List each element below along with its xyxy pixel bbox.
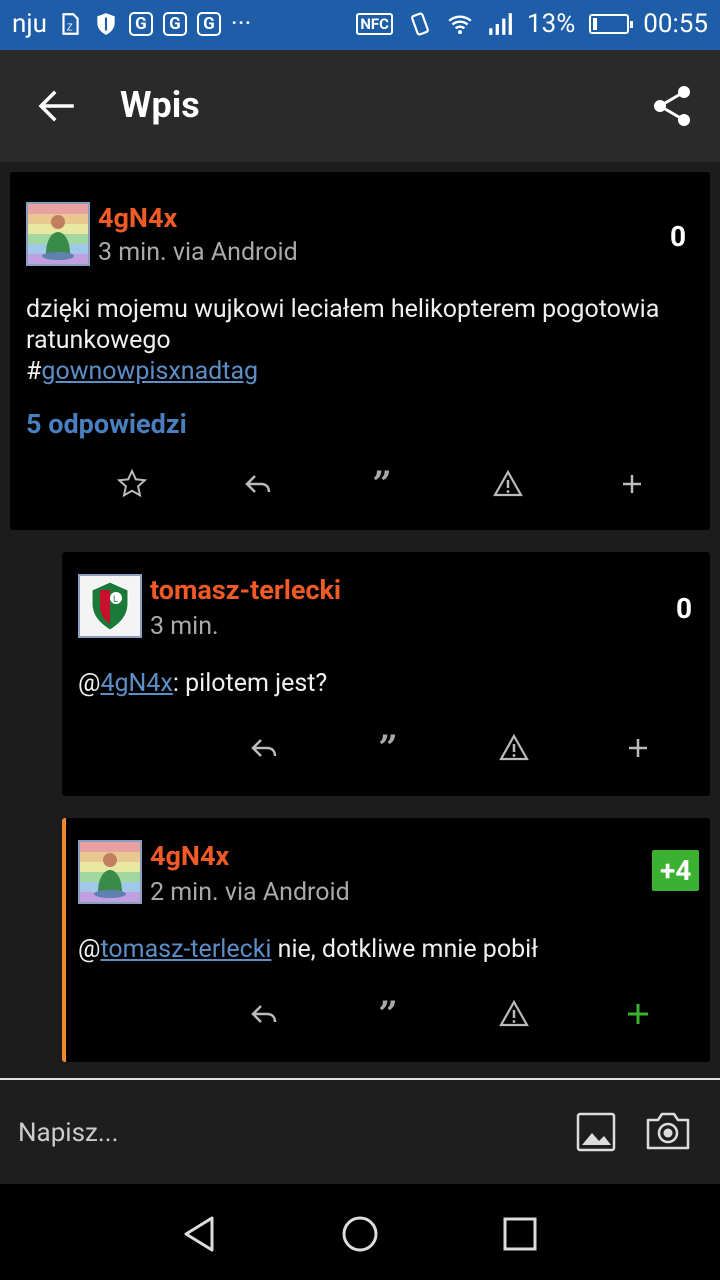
comment-card-author: 4gN4x 2 min. via Android +4 @tomasz-terl… <box>62 818 710 1062</box>
plus-icon[interactable] <box>612 464 652 504</box>
google-icon: G <box>128 12 153 36</box>
nfc-icon: NFC <box>356 13 393 35</box>
replies-link[interactable]: 5 odpowiedzi <box>26 408 187 440</box>
reply-icon[interactable] <box>244 728 284 768</box>
author-avatar[interactable] <box>78 840 142 904</box>
svg-text:Z: Z <box>67 23 73 34</box>
wifi-icon <box>448 15 472 35</box>
nav-recents-icon[interactable] <box>498 1212 542 1256</box>
entry-text-content: dzięki mojemu wujkowi leciałem helikopte… <box>26 295 660 355</box>
quote-icon[interactable]: ” <box>368 728 408 768</box>
app-bar: Wpis <box>0 50 720 162</box>
comment-meta: 2 min. via Android <box>150 878 350 907</box>
nav-back-icon[interactable] <box>178 1212 222 1256</box>
quote-icon[interactable]: ” <box>362 464 402 504</box>
vote-score[interactable]: 0 <box>676 592 692 625</box>
signal-icon <box>489 13 512 35</box>
mention-link[interactable]: tomasz-terlecki <box>100 935 271 964</box>
plus-icon[interactable] <box>618 728 658 768</box>
compose-input[interactable]: Napisz... <box>18 1118 119 1148</box>
quote-icon[interactable]: ” <box>368 994 408 1034</box>
mention-prefix: @ <box>78 669 101 698</box>
shield-icon <box>97 13 115 35</box>
compose-bar: Napisz... <box>0 1080 720 1184</box>
main-entry-card: 4gN4x 3 min. via Android 0 dzięki mojemu… <box>10 172 710 530</box>
mention-link[interactable]: 4gN4x <box>100 669 172 698</box>
camera-icon[interactable] <box>644 1110 692 1152</box>
more-notifications-icon: ··· <box>230 9 252 39</box>
entry-text: dzięki mojemu wujkowi leciałem helikopte… <box>26 294 696 387</box>
vibrate-icon <box>411 12 429 36</box>
vote-score[interactable]: 0 <box>670 220 686 253</box>
comment-text: @4gN4x: pilotem jest? <box>78 668 688 699</box>
warning-icon[interactable] <box>488 464 528 504</box>
tag-link[interactable]: gownowpisxnadtag <box>41 357 258 386</box>
clock: 00:55 <box>643 9 708 39</box>
sim-icon: Z <box>62 13 79 35</box>
page-title: Wpis <box>120 84 200 126</box>
vote-score-positive[interactable]: +4 <box>652 850 700 891</box>
author-name[interactable]: 4gN4x <box>150 840 229 872</box>
author-name[interactable]: tomasz-terlecki <box>150 574 341 606</box>
comment-card: L tomasz-terlecki 3 min. 0 @4gN4x: pilot… <box>62 552 710 796</box>
google-icon: G <box>196 12 221 36</box>
carrier-label: nju <box>12 9 47 39</box>
status-bar: nju Z G G G ··· NFC 13% 00:55 <box>0 0 720 50</box>
plus-icon-active[interactable] <box>618 994 658 1034</box>
battery-icon <box>589 14 634 34</box>
comment-text: @tomasz-terlecki nie, dotkliwe mnie pobi… <box>78 934 688 965</box>
back-arrow-icon[interactable] <box>36 86 76 126</box>
reply-icon[interactable] <box>244 994 284 1034</box>
reply-icon[interactable] <box>238 464 278 504</box>
comment-text-content: : pilotem jest? <box>172 669 328 698</box>
hash-sign: # <box>26 357 42 386</box>
mention-prefix: @ <box>78 935 101 964</box>
star-icon[interactable] <box>112 464 152 504</box>
battery-percent: 13% <box>526 9 576 39</box>
entry-meta: 3 min. via Android <box>98 238 298 267</box>
author-name[interactable]: 4gN4x <box>98 202 177 234</box>
nav-home-icon[interactable] <box>338 1212 382 1256</box>
comment-meta: 3 min. <box>150 612 219 641</box>
warning-icon[interactable] <box>494 994 534 1034</box>
share-icon[interactable] <box>650 84 694 128</box>
author-avatar[interactable] <box>26 202 90 266</box>
comment-text-content: nie, dotkliwe mnie pobił <box>271 935 538 964</box>
system-nav-bar <box>0 1184 720 1280</box>
author-avatar[interactable]: L <box>78 574 142 638</box>
google-icon: G <box>162 12 187 36</box>
warning-icon[interactable] <box>494 728 534 768</box>
image-icon[interactable] <box>576 1112 616 1152</box>
svg-text:L: L <box>113 594 118 604</box>
